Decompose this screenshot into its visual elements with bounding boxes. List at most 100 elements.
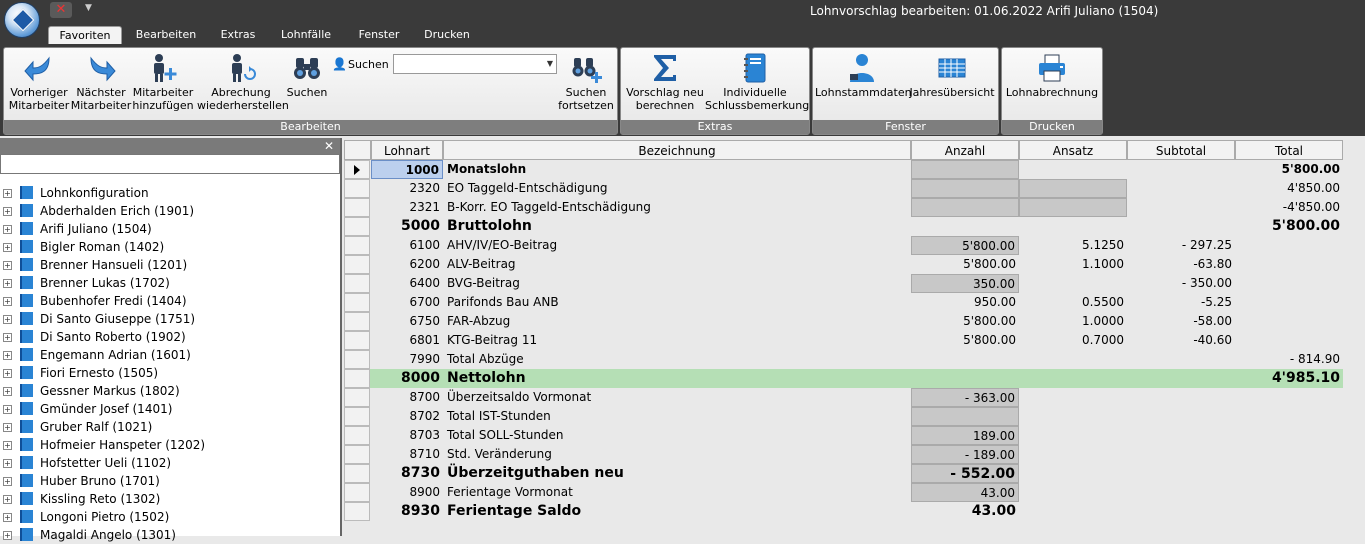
expand-icon[interactable]: + (3, 261, 12, 270)
cell-lohnart[interactable]: 8930 (371, 502, 443, 521)
expand-icon[interactable]: + (3, 279, 12, 288)
column-header-subtotal[interactable]: Subtotal (1127, 140, 1235, 160)
cell-lohnart[interactable]: 6801 (371, 331, 443, 350)
cell-total[interactable]: 4'850.00 (1235, 179, 1343, 198)
cell-anzahl[interactable]: 5'800.00 (911, 255, 1019, 274)
tab-lohnfaelle[interactable]: Lohnfälle (274, 26, 338, 44)
cell-lohnart[interactable]: 6200 (371, 255, 443, 274)
cell-anzahl[interactable] (911, 369, 1019, 388)
cell-anzahl[interactable] (911, 350, 1019, 369)
chevron-down-icon[interactable]: ▼ (547, 59, 553, 68)
cell-total[interactable]: 4'985.10 (1235, 369, 1343, 388)
cell-ansatz[interactable] (1019, 445, 1127, 464)
cell-bezeichnung[interactable]: FAR-Abzug (443, 312, 911, 331)
cell-total[interactable]: - 814.90 (1235, 350, 1343, 369)
cell-bezeichnung[interactable]: Monatslohn (443, 160, 911, 179)
cell-lohnart[interactable]: 5000 (371, 217, 443, 236)
cell-anzahl[interactable] (911, 407, 1019, 426)
cell-ansatz[interactable]: 1.1000 (1019, 255, 1127, 274)
cell-bezeichnung[interactable]: AHV/IV/EO-Beitrag (443, 236, 911, 255)
cell-bezeichnung[interactable]: Total IST-Stunden (443, 407, 911, 426)
cell-ansatz[interactable]: 1.0000 (1019, 312, 1127, 331)
cell-total[interactable] (1235, 464, 1343, 483)
cell-bezeichnung[interactable]: EO Taggeld-Entschädigung (443, 179, 911, 198)
expand-icon[interactable]: + (3, 459, 12, 468)
expand-icon[interactable]: + (3, 189, 12, 198)
cell-subtotal[interactable] (1127, 426, 1235, 445)
row-header[interactable] (344, 217, 370, 236)
cell-lohnart[interactable]: 6400 (371, 274, 443, 293)
row-header[interactable] (344, 274, 370, 293)
tab-fenster[interactable]: Fenster (348, 26, 410, 44)
expand-icon[interactable]: + (3, 351, 12, 360)
cell-ansatz[interactable]: 0.7000 (1019, 331, 1127, 350)
column-header-anzahl[interactable]: Anzahl (911, 140, 1019, 160)
cell-anzahl[interactable]: - 552.00 (911, 464, 1019, 483)
cell-total[interactable] (1235, 445, 1343, 464)
cell-subtotal[interactable]: -63.80 (1127, 255, 1235, 274)
expand-icon[interactable]: + (3, 387, 12, 396)
cell-bezeichnung[interactable]: Überzeitsaldo Vormonat (443, 388, 911, 407)
next-employee-button[interactable]: Nächster Mitarbeiter (70, 52, 132, 112)
row-header[interactable] (344, 407, 370, 426)
cell-total[interactable] (1235, 274, 1343, 293)
cell-ansatz[interactable]: 0.5500 (1019, 293, 1127, 312)
cell-lohnart[interactable]: 8703 (371, 426, 443, 445)
cell-bezeichnung[interactable]: BVG-Beitrag (443, 274, 911, 293)
cell-bezeichnung[interactable]: Ferientage Saldo (443, 502, 911, 521)
tab-bearbeiten[interactable]: Bearbeiten (130, 26, 202, 44)
cell-subtotal[interactable] (1127, 407, 1235, 426)
cell-bezeichnung[interactable]: KTG-Beitrag 11 (443, 331, 911, 350)
expand-icon[interactable]: + (3, 441, 12, 450)
row-header[interactable] (344, 445, 370, 464)
expand-icon[interactable]: + (3, 243, 12, 252)
search-combo[interactable]: ▼ (393, 54, 557, 74)
cell-bezeichnung[interactable]: Überzeitguthaben neu (443, 464, 911, 483)
cell-subtotal[interactable] (1127, 350, 1235, 369)
cell-lohnart[interactable]: 2320 (371, 179, 443, 198)
row-header[interactable] (344, 293, 370, 312)
recalculate-button[interactable]: Vorschlag neu berechnen (625, 52, 705, 112)
cell-anzahl[interactable] (911, 217, 1019, 236)
cell-anzahl[interactable] (911, 179, 1019, 198)
expand-icon[interactable]: + (3, 513, 12, 522)
cell-anzahl[interactable] (911, 198, 1019, 217)
cell-subtotal[interactable] (1127, 160, 1235, 179)
row-header[interactable] (344, 160, 370, 179)
cell-total[interactable] (1235, 388, 1343, 407)
cell-bezeichnung[interactable]: Std. Veränderung (443, 445, 911, 464)
cell-total[interactable] (1235, 236, 1343, 255)
quick-access-close-button[interactable]: ✕ (50, 2, 72, 18)
cell-ansatz[interactable] (1019, 274, 1127, 293)
row-header[interactable] (344, 236, 370, 255)
cell-subtotal[interactable] (1127, 483, 1235, 502)
row-header[interactable] (344, 502, 370, 521)
employee-filter-input[interactable] (0, 154, 340, 174)
cell-total[interactable]: -4'850.00 (1235, 198, 1343, 217)
row-header[interactable] (344, 312, 370, 331)
cell-total[interactable] (1235, 407, 1343, 426)
cell-anzahl[interactable]: 43.00 (911, 502, 1019, 521)
expand-icon[interactable]: + (3, 477, 12, 486)
cell-ansatz[interactable] (1019, 426, 1127, 445)
cell-anzahl[interactable]: - 363.00 (911, 388, 1019, 407)
row-header[interactable] (344, 426, 370, 445)
cell-ansatz[interactable] (1019, 502, 1127, 521)
row-header[interactable] (344, 388, 370, 407)
print-payslip-button[interactable]: Lohnabrechnung (1004, 52, 1100, 99)
row-header[interactable] (344, 255, 370, 274)
expand-icon[interactable]: + (3, 495, 12, 504)
cell-subtotal[interactable] (1127, 179, 1235, 198)
row-header[interactable] (344, 350, 370, 369)
cell-ansatz[interactable] (1019, 350, 1127, 369)
add-employee-button[interactable]: Mitarbeiter hinzufügen (132, 52, 194, 112)
cell-subtotal[interactable] (1127, 369, 1235, 388)
cell-ansatz[interactable] (1019, 464, 1127, 483)
cell-ansatz[interactable] (1019, 198, 1127, 217)
cell-ansatz[interactable] (1019, 217, 1127, 236)
cell-anzahl[interactable]: 5'800.00 (911, 331, 1019, 350)
cell-anzahl[interactable]: 950.00 (911, 293, 1019, 312)
continue-search-button[interactable]: Suchen fortsetzen (557, 52, 615, 112)
cell-subtotal[interactable] (1127, 198, 1235, 217)
cell-ansatz[interactable] (1019, 179, 1127, 198)
